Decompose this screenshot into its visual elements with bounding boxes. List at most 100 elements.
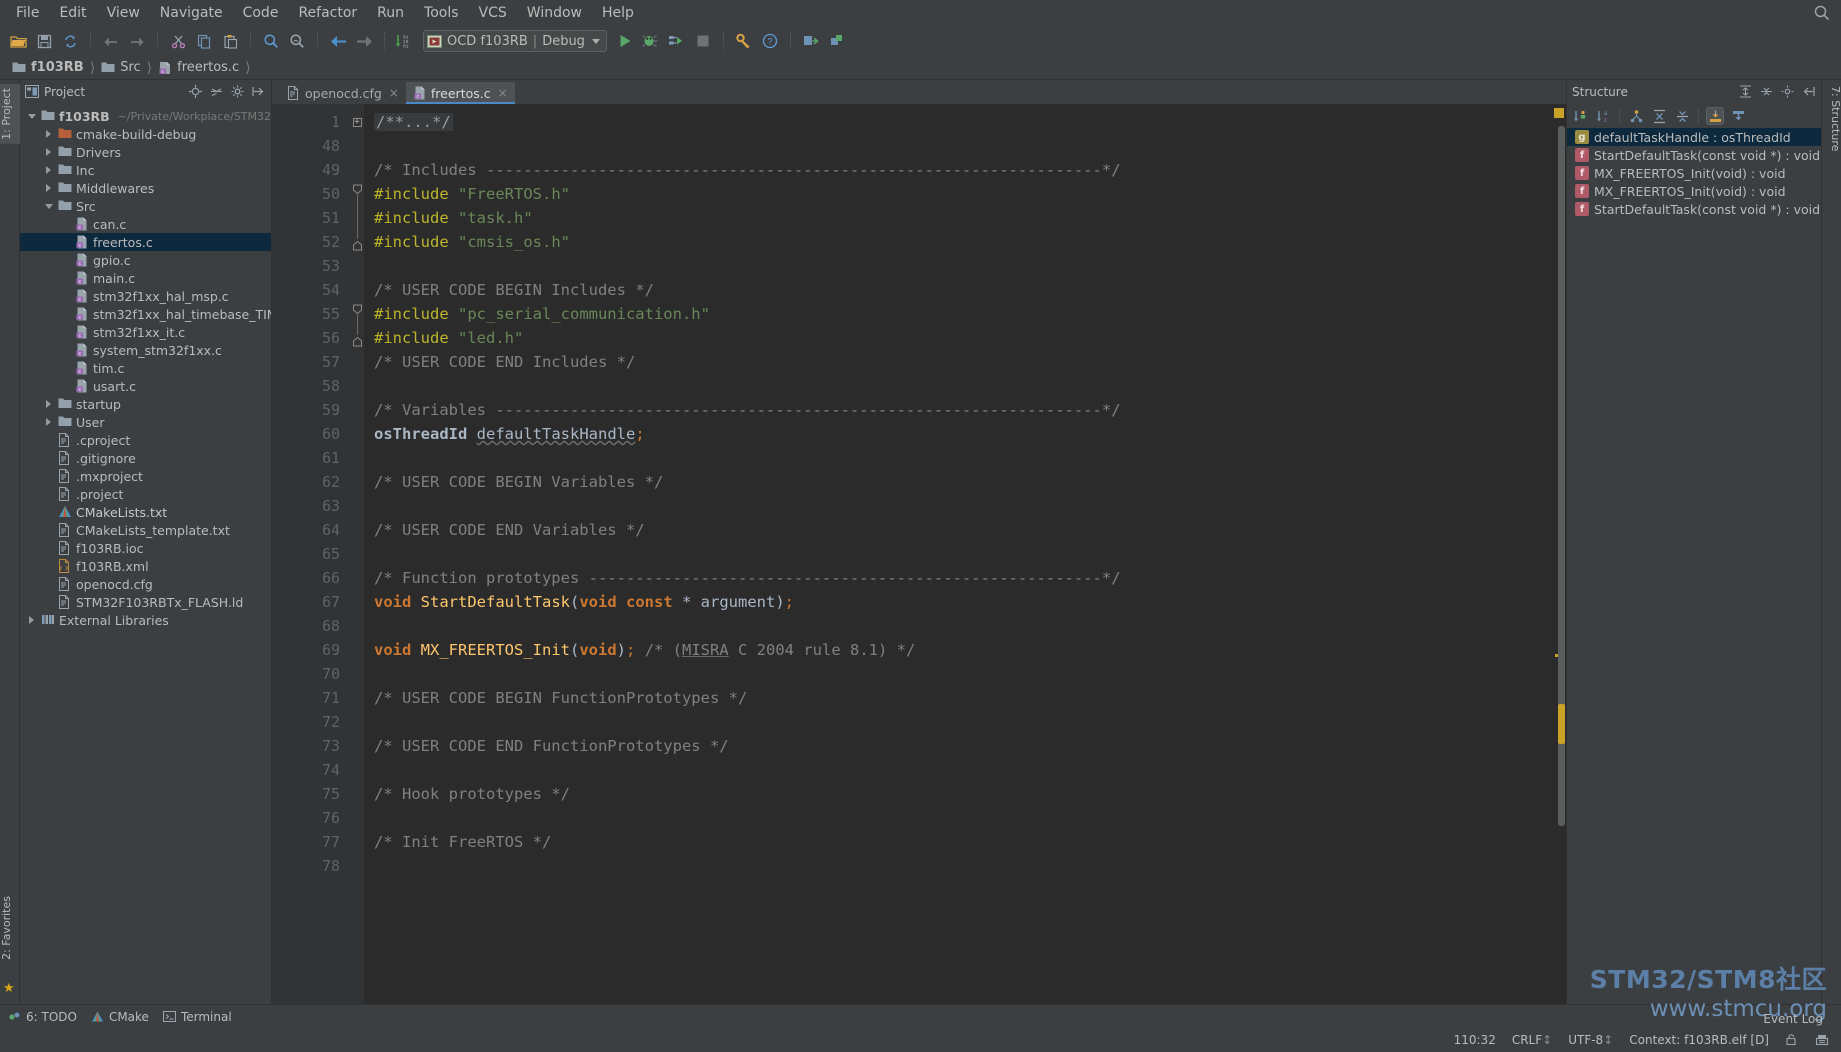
line-number[interactable]: 48 xyxy=(272,134,350,158)
fold-marker[interactable] xyxy=(350,326,364,350)
code-line[interactable]: #include "task.h" xyxy=(374,206,1552,230)
debug-button[interactable] xyxy=(639,29,663,53)
code-line[interactable]: osThreadId defaultTaskHandle; xyxy=(374,422,1552,446)
encoding-selector[interactable]: UTF-8↕ xyxy=(1568,1033,1613,1047)
toolwindow-cmake[interactable]: CMake xyxy=(91,1010,149,1024)
code-line[interactable] xyxy=(374,134,1552,158)
line-number[interactable]: 59 xyxy=(272,398,350,422)
editor-tab-freertos-c[interactable]: c freertos.c × xyxy=(405,82,515,104)
hide-panel-icon[interactable] xyxy=(252,85,266,99)
tree-item-main-c[interactable]: c main.c xyxy=(20,269,271,287)
line-number[interactable]: 50 xyxy=(272,182,350,206)
line-number[interactable]: 62 xyxy=(272,470,350,494)
breadcrumb-item-project[interactable]: f103RB xyxy=(10,60,86,75)
line-number[interactable]: 51 xyxy=(272,206,350,230)
chevron-right-icon[interactable] xyxy=(43,183,54,194)
line-number[interactable]: 78 xyxy=(272,854,350,878)
tree-item-cmakelists-txt[interactable]: CMakeLists.txt xyxy=(20,503,271,521)
code-line[interactable] xyxy=(374,542,1552,566)
event-log-button[interactable]: Event Log xyxy=(1763,1012,1823,1026)
menu-file[interactable]: File xyxy=(6,2,49,24)
fold-marker[interactable] xyxy=(350,230,364,254)
toolwindow-terminal[interactable]: Terminal xyxy=(162,1010,232,1024)
line-number[interactable]: 66 xyxy=(272,566,350,590)
tree-item--project[interactable]: .project xyxy=(20,485,271,503)
toolwindow-todo[interactable]: 6: TODO xyxy=(8,1010,77,1024)
show-inherited-icon[interactable] xyxy=(1627,107,1645,125)
error-marker-rail[interactable] xyxy=(1552,104,1566,1004)
code-line[interactable] xyxy=(374,254,1552,278)
tree-item-cmake-build-debug[interactable]: cmake-build-debug xyxy=(20,125,271,143)
structure-item[interactable]: f StartDefaultTask(const void *) : void xyxy=(1567,146,1821,164)
unlock-icon[interactable] xyxy=(1785,1033,1799,1047)
paste-icon[interactable] xyxy=(218,29,242,53)
chevron-down-icon[interactable] xyxy=(43,201,54,212)
code-line[interactable] xyxy=(374,758,1552,782)
tree-item-usart-c[interactable]: c usart.c xyxy=(20,377,271,395)
tree-item-cmakelists-template-txt[interactable]: CMakeLists_template.txt xyxy=(20,521,271,539)
code-line[interactable]: void StartDefaultTask(void const * argum… xyxy=(374,590,1552,614)
caret-position[interactable]: 110:32 xyxy=(1454,1033,1496,1047)
editor-scrollbar[interactable] xyxy=(1557,104,1566,1004)
inspector-icon[interactable] xyxy=(1815,1033,1829,1047)
tree-item-system-stm32f1xx-c[interactable]: c system_stm32f1xx.c xyxy=(20,341,271,359)
line-number[interactable]: 68 xyxy=(272,614,350,638)
help-icon[interactable]: ? xyxy=(758,29,782,53)
chevron-down-icon[interactable] xyxy=(26,111,37,122)
line-number[interactable]: 58 xyxy=(272,374,350,398)
line-number[interactable]: 74 xyxy=(272,758,350,782)
menu-refactor[interactable]: Refactor xyxy=(288,2,367,24)
code-line[interactable]: /* Hook prototypes */ xyxy=(374,782,1552,806)
line-number[interactable]: 52 xyxy=(272,230,350,254)
fold-marker[interactable] xyxy=(350,182,364,206)
line-number[interactable]: 64 xyxy=(272,518,350,542)
plugin-icon[interactable] xyxy=(825,29,849,53)
tree-item--gitignore[interactable]: .gitignore xyxy=(20,449,271,467)
breadcrumb-item-file[interactable]: c freertos.c xyxy=(156,60,241,75)
line-number[interactable]: 69 xyxy=(272,638,363,662)
code-line[interactable]: /* Init FreeRTOS */ xyxy=(374,830,1552,854)
stop-button[interactable] xyxy=(691,29,715,53)
close-icon[interactable]: × xyxy=(498,86,508,100)
line-number[interactable]: 70 xyxy=(272,662,350,686)
build-settings-icon[interactable] xyxy=(732,29,756,53)
code-line[interactable]: void MX_FREERTOS_Init(void); /* (MISRA C… xyxy=(374,638,1552,662)
code-line[interactable]: /* USER CODE BEGIN Variables */ xyxy=(374,470,1552,494)
hide-panel-icon[interactable] xyxy=(1802,85,1816,99)
line-number[interactable]: 63 xyxy=(272,494,350,518)
autoscroll-to-source-icon[interactable] xyxy=(1706,107,1724,125)
rail-button-project[interactable]: 1: Project xyxy=(0,84,20,144)
breadcrumb-item-src[interactable]: Src xyxy=(99,60,142,75)
code-line[interactable]: /* USER CODE END FunctionPrototypes */ xyxy=(374,734,1552,758)
sync-icon[interactable] xyxy=(58,29,82,53)
chevron-right-icon[interactable] xyxy=(43,399,54,410)
line-number[interactable]: 71 xyxy=(272,686,350,710)
code-line[interactable]: /* Function prototypes -----------------… xyxy=(374,566,1552,590)
line-number[interactable]: 54 xyxy=(272,278,350,302)
collapse-all-icon[interactable] xyxy=(210,85,224,99)
menu-vcs[interactable]: VCS xyxy=(469,2,517,24)
menu-tools[interactable]: Tools xyxy=(414,2,469,24)
code-line[interactable]: #include "cmsis_os.h" xyxy=(374,230,1552,254)
chevron-right-icon[interactable] xyxy=(43,147,54,158)
fold-expand-icon[interactable]: + xyxy=(352,117,362,127)
undo-icon[interactable] xyxy=(99,29,123,53)
tree-item-stm32f1xx-hal-msp-c[interactable]: c stm32f1xx_hal_msp.c xyxy=(20,287,271,305)
line-number[interactable]: 65 xyxy=(272,542,350,566)
gear-icon[interactable] xyxy=(231,85,245,99)
expand-icon[interactable] xyxy=(1739,85,1753,99)
code-line[interactable] xyxy=(374,446,1552,470)
code-line[interactable]: #include "FreeRTOS.h" xyxy=(374,182,1552,206)
code-line[interactable] xyxy=(374,854,1552,878)
line-number[interactable]: 49 xyxy=(272,158,350,182)
code-folding-column[interactable]: + xyxy=(350,104,364,1004)
copy-icon[interactable] xyxy=(192,29,216,53)
forward-icon[interactable] xyxy=(352,29,376,53)
sort-lines-icon[interactable]: 01 10 01 xyxy=(393,29,417,53)
chevron-right-icon[interactable] xyxy=(43,417,54,428)
rail-button-structure[interactable]: 7: Structure xyxy=(1822,86,1841,151)
find-replace-icon[interactable] xyxy=(285,29,309,53)
code-text[interactable]: /**...*/ /* Includes --------------------… xyxy=(364,104,1552,1004)
code-line[interactable] xyxy=(374,806,1552,830)
code-line[interactable]: #include "pc_serial_communication.h" xyxy=(374,302,1552,326)
